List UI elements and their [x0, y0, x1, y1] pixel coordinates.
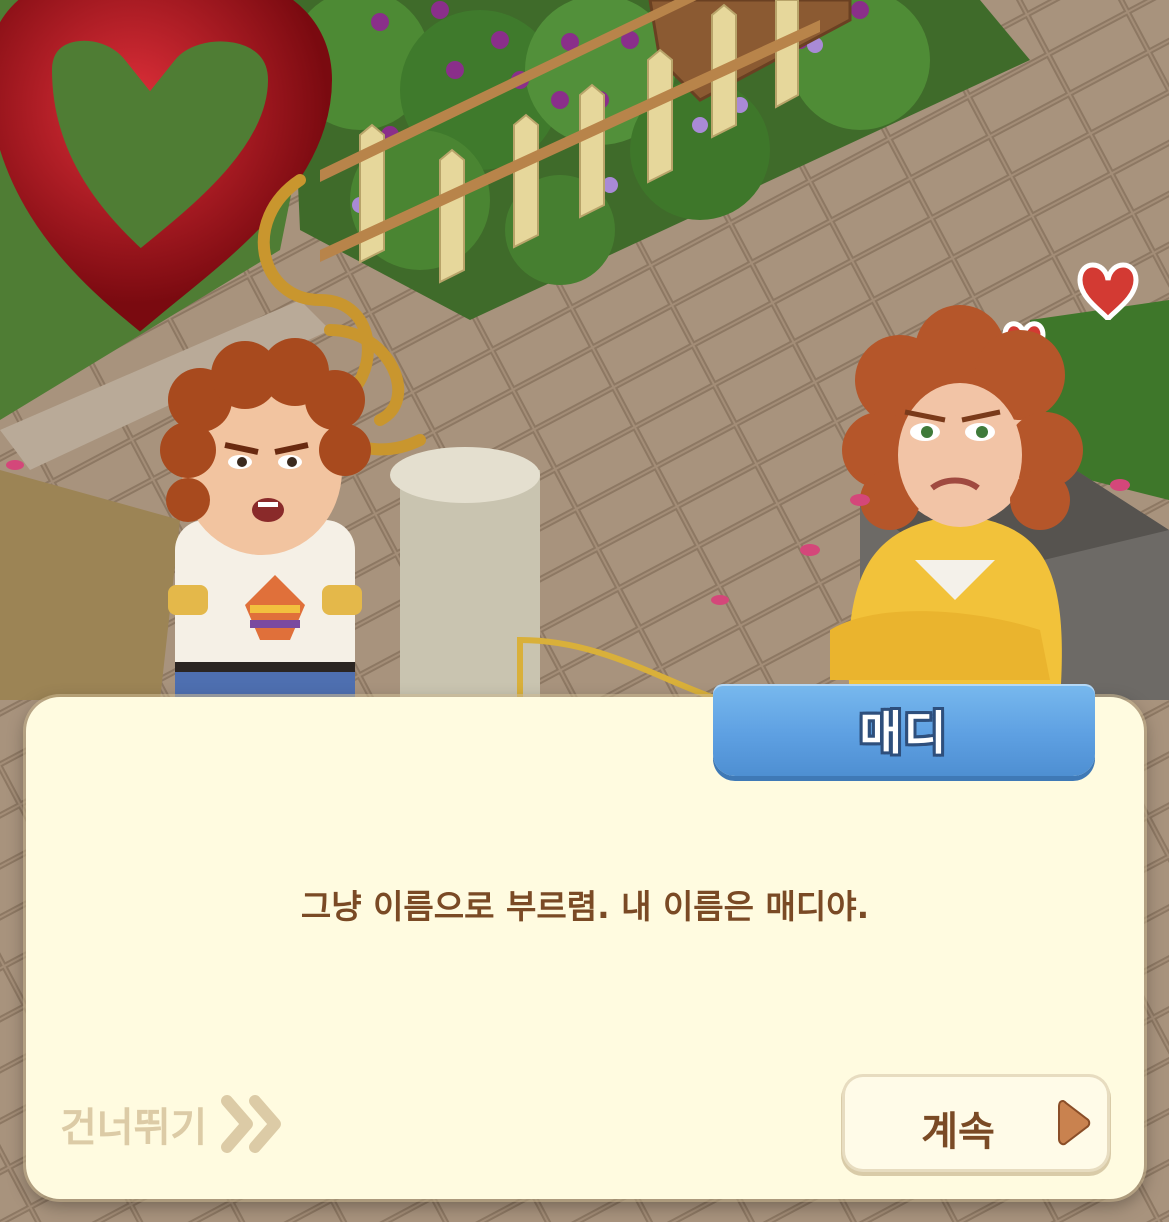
speaker-name-tag: 매디 [713, 684, 1095, 776]
skip-button[interactable]: 건너뛰기 [60, 1094, 287, 1154]
speaker-name: 매디 [859, 706, 949, 760]
dialog-text: 그냥 이름으로 부르렴. 내 이름은 매디야. [300, 887, 870, 926]
double-chevron-right-icon [221, 1095, 282, 1153]
continue-button[interactable]: 계속 [845, 1077, 1107, 1169]
play-arrow-icon [1058, 1099, 1091, 1146]
skip-label: 건너뛰기 [60, 1105, 208, 1151]
continue-label: 계속 [921, 1109, 995, 1155]
